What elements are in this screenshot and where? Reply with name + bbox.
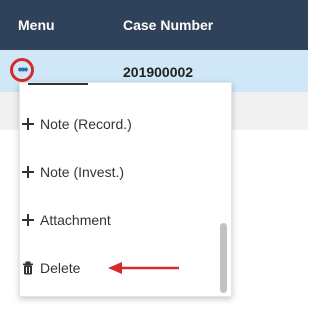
menu-item-delete[interactable]: Delete: [22, 260, 80, 276]
menu-item-label: Note (Record.): [40, 116, 132, 132]
more-horizontal-icon: •••: [17, 61, 29, 77]
column-header-menu: Menu: [18, 17, 55, 33]
plus-icon: [22, 118, 34, 130]
trash-icon: [23, 261, 33, 275]
column-header-case-number[interactable]: Case Number: [123, 17, 213, 33]
menu-item-note-record[interactable]: Note (Record.): [22, 116, 132, 132]
table-header: Menu Case Number: [0, 0, 308, 50]
plus-icon: [22, 214, 34, 226]
case-number-cell: 201900002: [123, 64, 194, 80]
menu-item-label: Delete: [40, 260, 81, 276]
partial-menu-item: [28, 83, 118, 89]
plus-icon: [22, 166, 34, 178]
row-menu-button[interactable]: •••: [10, 58, 34, 82]
annotation-arrow: [108, 262, 179, 274]
menu-item-label: Attachment: [40, 212, 111, 228]
case-list-page: Menu Case Number 201900002 ••• Note (Rec…: [0, 0, 308, 332]
menu-item-label: Note (Invest.): [40, 164, 125, 180]
menu-item-attachment[interactable]: Attachment: [22, 212, 111, 228]
menu-item-note-invest[interactable]: Note (Invest.): [22, 164, 124, 180]
partial-text-line: [28, 83, 88, 85]
menu-scrollbar-thumb[interactable]: [220, 223, 227, 293]
